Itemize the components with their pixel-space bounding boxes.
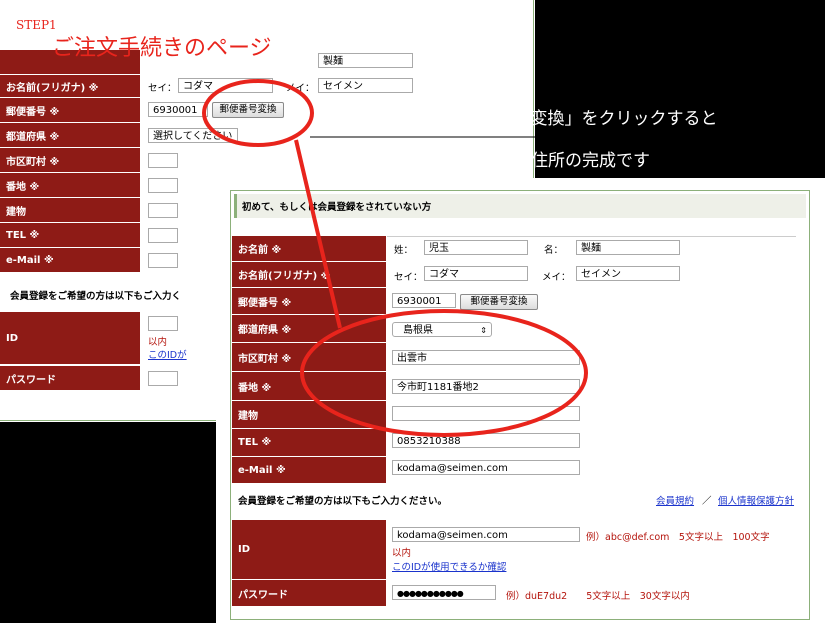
zip-button-highlight-circle (202, 79, 314, 147)
address-highlight-circle (300, 309, 588, 437)
annotation-overlay (202, 79, 808, 437)
callout-pointer-line (294, 139, 342, 329)
